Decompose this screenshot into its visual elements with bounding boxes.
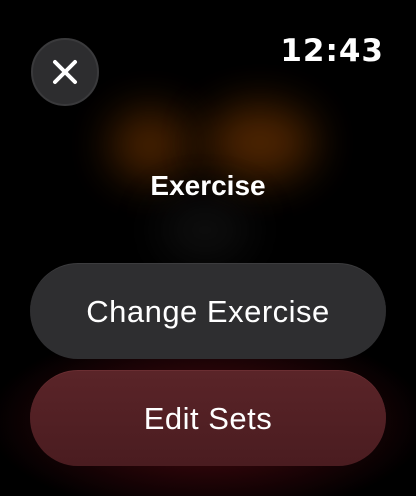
close-button[interactable] <box>31 38 99 106</box>
status-time: 12:43 <box>280 33 384 69</box>
edit-sets-button[interactable]: Edit Sets <box>30 370 386 466</box>
close-icon <box>53 60 77 84</box>
edit-sets-label: Edit Sets <box>143 400 273 436</box>
page-title: Exercise <box>150 170 266 201</box>
background-glow <box>205 105 315 180</box>
change-exercise-label: Change Exercise <box>86 293 330 329</box>
watch-screen: 12:43 Exercise Change Exercise Edit Sets <box>0 0 416 496</box>
background-glow <box>160 200 250 260</box>
change-exercise-button[interactable]: Change Exercise <box>30 263 386 359</box>
